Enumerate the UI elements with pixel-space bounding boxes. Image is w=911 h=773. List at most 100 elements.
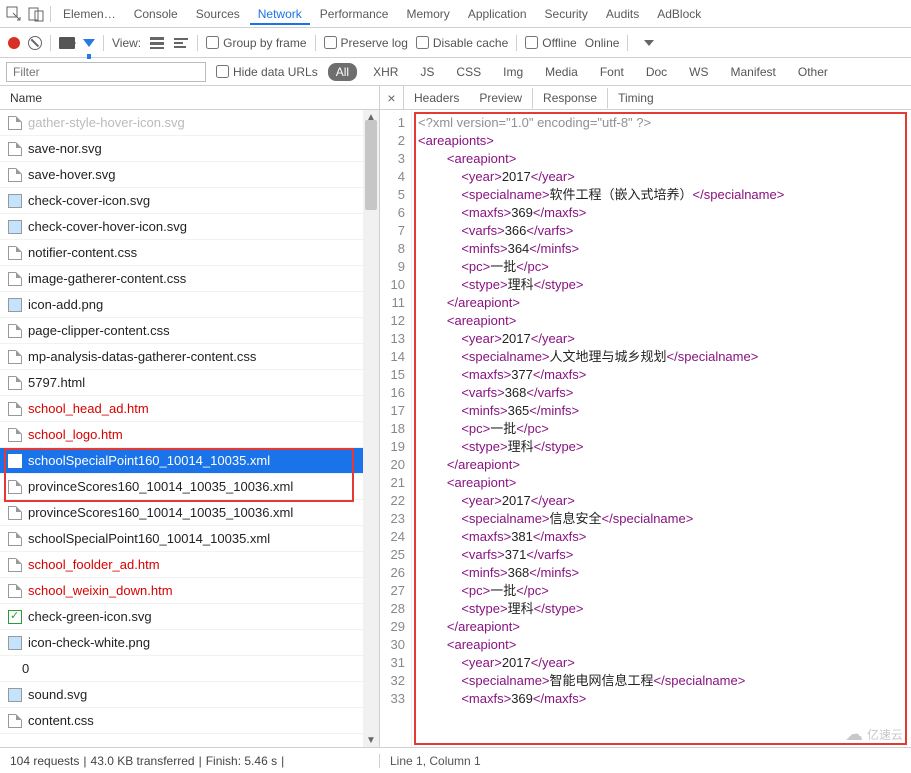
- file-icon: [8, 298, 22, 312]
- file-icon: [8, 506, 22, 520]
- overview-icon[interactable]: [173, 35, 189, 51]
- filter-icon[interactable]: [83, 39, 95, 47]
- column-header-name[interactable]: Name: [0, 86, 379, 110]
- request-row[interactable]: 5797.html: [0, 370, 379, 396]
- large-rows-icon[interactable]: [149, 35, 165, 51]
- file-name: save-nor.svg: [28, 141, 102, 156]
- throttling-select[interactable]: Online: [585, 36, 620, 50]
- scroll-thumb[interactable]: [365, 120, 377, 210]
- file-icon: [8, 636, 22, 650]
- request-row[interactable]: icon-check-white.png: [0, 630, 379, 656]
- file-name: check-cover-hover-icon.svg: [28, 219, 187, 234]
- tab-security[interactable]: Security: [537, 3, 596, 25]
- offline-checkbox[interactable]: Offline: [525, 36, 576, 50]
- type-img[interactable]: Img: [497, 63, 529, 81]
- preserve-log-checkbox[interactable]: Preserve log: [324, 36, 408, 50]
- close-icon[interactable]: ×: [380, 86, 404, 110]
- toolbar-separator: [315, 35, 316, 51]
- scroll-down-icon[interactable]: ▼: [363, 733, 379, 747]
- type-all[interactable]: All: [328, 63, 357, 81]
- filter-input[interactable]: [6, 62, 206, 82]
- request-row[interactable]: school_foolder_ad.htm: [0, 552, 379, 578]
- tab-performance[interactable]: Performance: [312, 3, 397, 25]
- request-row[interactable]: provinceScores160_10014_10035_10036.xml: [0, 474, 379, 500]
- request-row[interactable]: provinceScores160_10014_10035_10036.xml: [0, 500, 379, 526]
- type-other[interactable]: Other: [792, 63, 834, 81]
- type-css[interactable]: CSS: [450, 63, 487, 81]
- request-row[interactable]: notifier-content.css: [0, 240, 379, 266]
- toolbar-separator: [103, 35, 104, 51]
- group-by-frame-checkbox[interactable]: Group by frame: [206, 36, 306, 50]
- request-row[interactable]: school_head_ad.htm: [0, 396, 379, 422]
- request-row[interactable]: sound.svg: [0, 682, 379, 708]
- tab-preview[interactable]: Preview: [469, 88, 532, 108]
- file-icon: [8, 558, 22, 572]
- file-icon: [8, 662, 16, 676]
- status-left: 104 requests | 43.0 KB transferred | Fin…: [0, 754, 380, 768]
- tab-elements[interactable]: Elemen…: [55, 3, 124, 25]
- request-row[interactable]: save-nor.svg: [0, 136, 379, 162]
- clear-icon[interactable]: [28, 36, 42, 50]
- file-name: provinceScores160_10014_10035_10036.xml: [28, 505, 293, 520]
- tab-headers[interactable]: Headers: [404, 88, 469, 108]
- request-row[interactable]: schoolSpecialPoint160_10014_10035.xml: [0, 526, 379, 552]
- tab-memory[interactable]: Memory: [398, 3, 457, 25]
- devtools-tabs: Elemen… Console Sources Network Performa…: [0, 0, 911, 28]
- device-toggle-icon[interactable]: [26, 4, 46, 24]
- request-row[interactable]: check-cover-hover-icon.svg: [0, 214, 379, 240]
- tab-sources[interactable]: Sources: [188, 3, 248, 25]
- tab-network[interactable]: Network: [250, 3, 310, 25]
- request-row[interactable]: image-gatherer-content.css: [0, 266, 379, 292]
- more-menu-icon[interactable]: [644, 40, 654, 46]
- tab-application[interactable]: Application: [460, 3, 535, 25]
- file-name: content.css: [28, 713, 94, 728]
- request-list[interactable]: gather-style-hover-icon.svg save-nor.svg s…: [0, 110, 379, 747]
- disable-cache-checkbox[interactable]: Disable cache: [416, 36, 508, 50]
- file-icon: [8, 532, 22, 546]
- code-viewer[interactable]: 1234567891011121314151617181920212223242…: [380, 110, 911, 747]
- request-row[interactable]: check-cover-icon.svg: [0, 188, 379, 214]
- request-row[interactable]: page-clipper-content.css: [0, 318, 379, 344]
- file-name: school_logo.htm: [28, 427, 123, 442]
- inspect-icon[interactable]: [4, 4, 24, 24]
- request-row[interactable]: check-green-icon.svg: [0, 604, 379, 630]
- type-js[interactable]: JS: [414, 63, 440, 81]
- tab-response[interactable]: Response: [532, 88, 608, 109]
- record-icon[interactable]: [8, 37, 20, 49]
- tab-audits[interactable]: Audits: [598, 3, 647, 25]
- request-row[interactable]: schoolSpecialPoint160_10014_10035.xml: [0, 448, 379, 474]
- hide-data-urls-checkbox[interactable]: Hide data URLs: [216, 65, 318, 79]
- file-icon: [8, 116, 22, 130]
- code-content[interactable]: <?xml version="1.0" encoding="utf-8" ?> …: [412, 110, 911, 747]
- tab-console[interactable]: Console: [126, 3, 186, 25]
- request-row[interactable]: school_logo.htm: [0, 422, 379, 448]
- file-icon: [8, 428, 22, 442]
- file-icon: [8, 246, 22, 260]
- tab-adblock[interactable]: AdBlock: [649, 3, 709, 25]
- type-doc[interactable]: Doc: [640, 63, 673, 81]
- camera-icon[interactable]: [59, 37, 75, 49]
- type-manifest[interactable]: Manifest: [725, 63, 782, 81]
- type-font[interactable]: Font: [594, 63, 630, 81]
- file-icon: [8, 168, 22, 182]
- toolbar-separator: [50, 35, 51, 51]
- file-name: 0: [22, 661, 29, 676]
- type-xhr[interactable]: XHR: [367, 63, 404, 81]
- request-row[interactable]: mp-analysis-datas-gatherer-content.css: [0, 344, 379, 370]
- request-row[interactable]: icon-add.png: [0, 292, 379, 318]
- request-row[interactable]: gather-style-hover-icon.svg: [0, 110, 379, 136]
- file-icon: [8, 688, 22, 702]
- request-row[interactable]: 0: [0, 656, 379, 682]
- scrollbar[interactable]: ▲ ▼: [363, 110, 379, 747]
- tab-timing[interactable]: Timing: [608, 88, 664, 108]
- file-name: save-hover.svg: [28, 167, 115, 182]
- status-sep: |: [83, 754, 86, 768]
- request-row[interactable]: content.css: [0, 708, 379, 734]
- file-name: sound.svg: [28, 687, 87, 702]
- type-media[interactable]: Media: [539, 63, 584, 81]
- request-row[interactable]: school_weixin_down.htm: [0, 578, 379, 604]
- file-icon: [8, 584, 22, 598]
- tab-separator: [50, 6, 51, 22]
- request-row[interactable]: save-hover.svg: [0, 162, 379, 188]
- type-ws[interactable]: WS: [683, 63, 714, 81]
